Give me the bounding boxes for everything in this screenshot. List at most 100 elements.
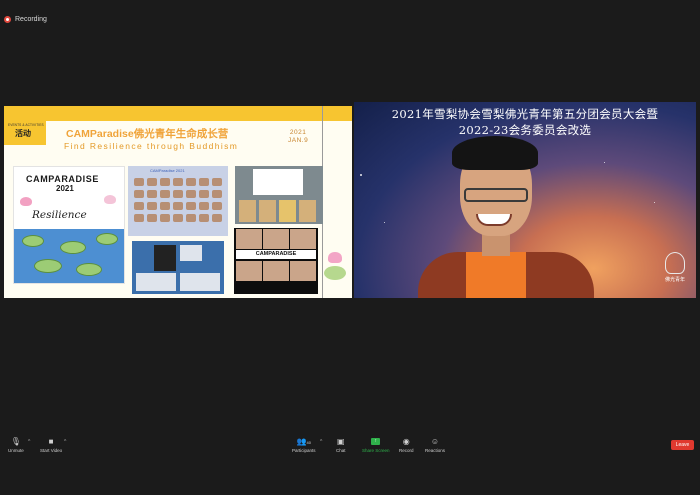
reactions-button[interactable]: ☺ Reactions [425, 436, 445, 453]
lotus-icon [665, 252, 685, 274]
participant-face [199, 214, 209, 222]
record-label: Record [399, 448, 414, 453]
participant-face [239, 200, 256, 222]
participants-icon: 👥40 [296, 437, 311, 446]
speaker-glasses [464, 188, 528, 202]
photo-tile [180, 273, 220, 291]
participant-face [147, 214, 157, 222]
chat-bubble-icon: ▣ [336, 437, 345, 446]
participant-face [259, 200, 276, 222]
speaker-video[interactable]: 2021年雪梨协会雪梨佛光青年第五分团会员大会暨 2022-23会务委员会改选 … [354, 102, 696, 298]
participant-face [199, 202, 209, 210]
participant-face [160, 190, 170, 198]
group-photo-grid: CAMParadise 2021 [128, 166, 228, 236]
participant-face [160, 202, 170, 210]
chat-button[interactable]: ▣ Chat [336, 436, 346, 453]
participant-face [186, 202, 196, 210]
video-camera-off-icon: ■ [48, 437, 54, 446]
share-screen-button[interactable]: ↑ Share Screen [362, 436, 390, 453]
start-video-button[interactable]: ■ Start Video [40, 436, 62, 453]
recording-icon [4, 16, 11, 23]
participant-face [147, 178, 157, 186]
participant-face [147, 190, 157, 198]
participant-face [160, 214, 170, 222]
photo-tile [154, 245, 176, 271]
start-video-label: Start Video [40, 448, 63, 453]
participant-face [186, 190, 196, 198]
camp-poster-image: CAMPARADISE 2021 Resilience [13, 166, 125, 284]
lily-pad [76, 263, 102, 276]
slide-date: 2021 JAN.9 [288, 129, 308, 145]
participant-face [134, 202, 144, 210]
microphone-muted-icon: 🎙 [10, 437, 21, 446]
audio-options-chevron-icon[interactable]: ^ [28, 439, 30, 445]
participant-face [199, 190, 209, 198]
slide-year-text: 2021 [289, 129, 307, 136]
shared-screen-slide: EVENTS & ACTIVITIES 活动 CAMParadise佛光青年生命… [4, 106, 352, 298]
org-logo: 佛光青年 [660, 252, 690, 288]
grid-caption: CAMParadise 2021 [150, 168, 185, 173]
chat-label: Chat [336, 448, 346, 453]
photo-tile [263, 261, 289, 281]
poster-water [14, 229, 124, 283]
slide-date-text: JAN.9 [288, 137, 309, 144]
participant-face [299, 200, 316, 222]
lotus-icon [20, 197, 32, 206]
lily-pad [96, 233, 118, 245]
participant-face [147, 202, 157, 210]
participant-face [173, 202, 183, 210]
poster-year: 2021 [56, 184, 74, 193]
speaker-shirt [466, 252, 526, 298]
participant-face [173, 178, 183, 186]
leaf-decoration [324, 266, 346, 280]
poster-word: Resilience [32, 209, 87, 221]
participants-button[interactable]: 👥40 Participants [292, 436, 316, 453]
record-button[interactable]: ◉ Record [399, 436, 414, 453]
lily-pad [60, 241, 86, 254]
unmute-button[interactable]: 🎙 Unmute [8, 436, 24, 453]
participant-face [173, 190, 183, 198]
participant-face [134, 190, 144, 198]
campers-grid-word: CAMPARADISE [236, 250, 316, 259]
slide-top-bar [4, 106, 352, 121]
slide-tag-small: EVENTS & ACTIVITIES [8, 123, 44, 127]
participant-face [212, 202, 222, 210]
participant-face [186, 178, 196, 186]
lily-pad [22, 235, 44, 247]
reactions-label: Reactions [425, 448, 446, 453]
participant-face [160, 178, 170, 186]
participants-options-chevron-icon[interactable]: ^ [320, 439, 322, 445]
meeting-toolbar: 🎙 Unmute ^ ■ Start Video ^ 👥40 Participa… [0, 430, 700, 460]
record-icon: ◉ [402, 437, 410, 446]
participant-face [134, 214, 144, 222]
photo-tile [290, 229, 316, 249]
share-screen-label: Share Screen [362, 448, 390, 453]
participant-face [134, 178, 144, 186]
recording-label: Recording [15, 16, 47, 23]
star-decoration [360, 174, 362, 176]
slide-tag-big: 活动 [15, 129, 31, 138]
participants-label: Participants [292, 448, 316, 453]
smiley-icon: ☺ [430, 437, 440, 446]
poster-title: CAMPARADISE [26, 174, 99, 184]
participants-count: 40 [306, 440, 311, 445]
star-decoration [384, 222, 385, 223]
photo-tile [236, 261, 262, 281]
participant-face [212, 178, 222, 186]
participant-face [186, 214, 196, 222]
video-caption-line-2: 2022-23会务委员会改选 [458, 123, 592, 137]
unmute-label: Unmute [8, 448, 24, 453]
star-decoration [604, 162, 605, 163]
campers-photo-grid: CAMPARADISE [234, 228, 318, 294]
video-options-chevron-icon[interactable]: ^ [64, 439, 66, 445]
leave-button[interactable]: Leave [671, 440, 694, 450]
slide-subtitle: Find Resilience through Buddhism [64, 141, 239, 151]
photo-tile [136, 273, 176, 291]
meditation-photo [132, 241, 224, 294]
slide-title: CAMParadise佛光青年生命成长营 [66, 128, 229, 140]
photo-tile [290, 261, 316, 281]
lily-pad [34, 259, 62, 273]
recording-indicator: Recording [4, 16, 47, 23]
participant-face [279, 200, 296, 222]
photo-tile [236, 229, 262, 249]
